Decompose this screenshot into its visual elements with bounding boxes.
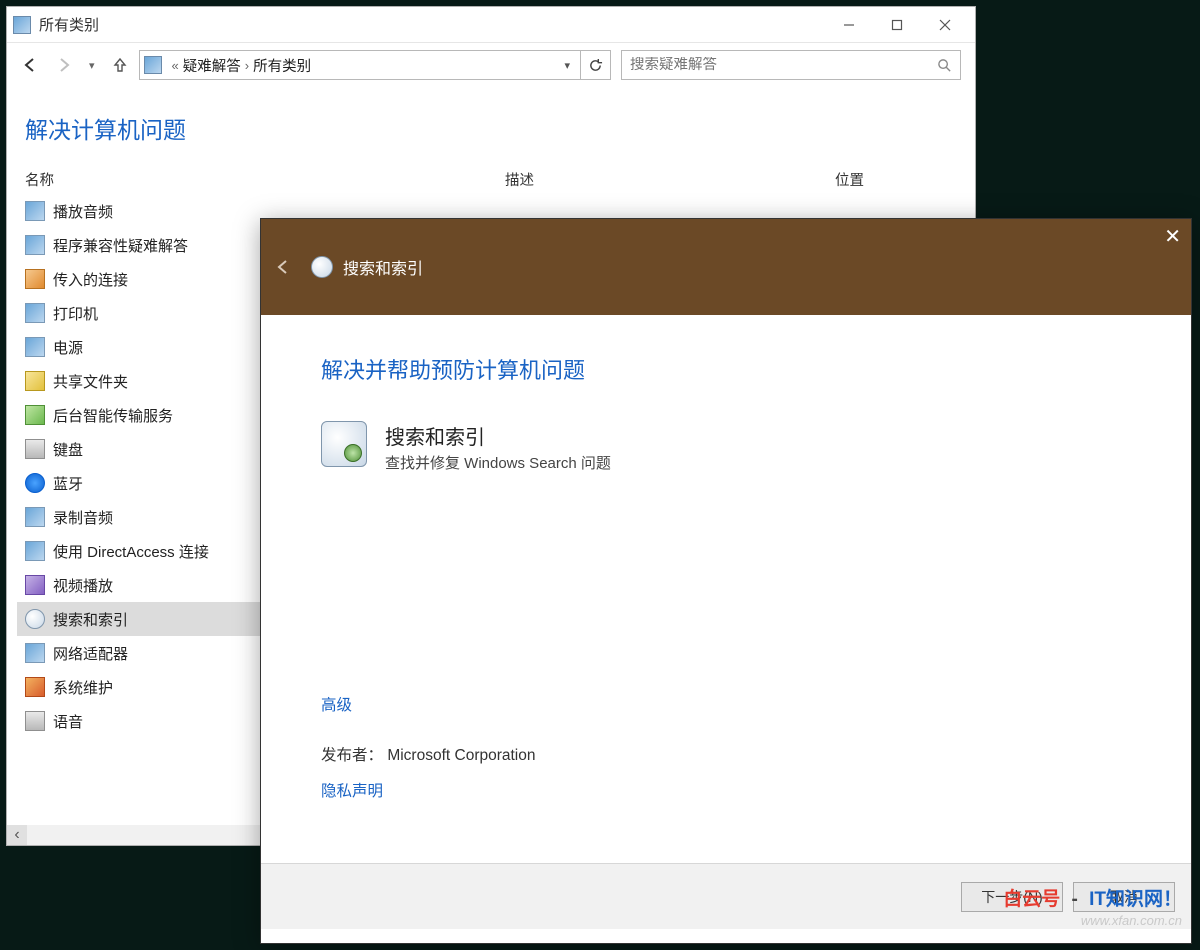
breadcrumb-pre: «: [172, 58, 179, 73]
dialog-heading: 解决并帮助预防计算机问题: [321, 353, 1131, 385]
search-icon[interactable]: [937, 58, 952, 73]
troubleshooter-name: 搜索和索引: [385, 421, 611, 450]
item-icon: [25, 269, 45, 289]
item-icon: [25, 575, 45, 595]
page-heading: 解决计算机问题: [7, 87, 975, 169]
col-desc[interactable]: 描述: [505, 169, 835, 190]
dialog-footer: 下一步(N) 取消: [261, 863, 1191, 929]
troubleshooter-entry: 搜索和索引 查找并修复 Windows Search 问题: [321, 421, 1131, 473]
item-label: 键盘: [53, 439, 83, 460]
chevron-right-icon: ›: [245, 58, 249, 73]
refresh-button[interactable]: [581, 50, 611, 80]
col-name[interactable]: 名称: [25, 169, 505, 190]
scroll-left-icon[interactable]: ‹: [7, 825, 27, 845]
item-label: 程序兼容性疑难解答: [53, 235, 188, 256]
item-icon: [25, 541, 45, 561]
next-button[interactable]: 下一步(N): [961, 882, 1063, 912]
breadcrumb-a[interactable]: 疑难解答: [183, 55, 241, 76]
col-loc[interactable]: 位置: [835, 169, 945, 190]
caption-buttons: [825, 10, 969, 40]
item-icon: [25, 473, 45, 493]
item-label: 录制音频: [53, 507, 113, 528]
item-icon: [25, 643, 45, 663]
dialog-titlebar: 搜索和索引 ✕: [261, 219, 1191, 315]
address-bar[interactable]: « 疑难解答 › 所有类别 ▾: [139, 50, 581, 80]
item-label: 传入的连接: [53, 269, 128, 290]
item-label: 蓝牙: [53, 473, 83, 494]
item-icon: [25, 201, 45, 221]
publisher-line: 发布者： Microsoft Corporation: [321, 743, 1131, 765]
item-label: 电源: [53, 337, 83, 358]
breadcrumb-b[interactable]: 所有类别: [253, 55, 311, 76]
minimize-button[interactable]: [825, 10, 873, 40]
titlebar: 所有类别: [7, 7, 975, 43]
search-box[interactable]: [621, 50, 961, 80]
nav-back-icon[interactable]: [21, 56, 39, 74]
privacy-link[interactable]: 隐私声明: [321, 779, 383, 801]
dialog-title-icon: [311, 256, 333, 278]
item-label: 播放音频: [53, 201, 113, 222]
troubleshooter-desc: 查找并修复 Windows Search 问题: [385, 452, 611, 473]
window-title: 所有类别: [39, 14, 99, 35]
item-icon: [25, 677, 45, 697]
publisher-label: 发布者：: [321, 747, 383, 764]
nav-row: ▾ « 疑难解答 › 所有类别 ▾: [7, 43, 975, 87]
item-icon: [25, 337, 45, 357]
nav-up-icon[interactable]: [111, 56, 129, 74]
item-label: 网络适配器: [53, 643, 128, 664]
close-button[interactable]: [921, 10, 969, 40]
item-label: 视频播放: [53, 575, 113, 596]
item-icon: [25, 439, 45, 459]
item-label: 后台智能传输服务: [53, 405, 173, 426]
dialog-close-icon[interactable]: ✕: [1164, 227, 1181, 247]
item-icon: [25, 405, 45, 425]
item-label: 共享文件夹: [53, 371, 128, 392]
item-label: 语音: [53, 711, 83, 732]
item-label: 系统维护: [53, 677, 113, 698]
nav-arrows: ▾: [21, 56, 129, 74]
cancel-button[interactable]: 取消: [1073, 882, 1175, 912]
item-label: 打印机: [53, 303, 98, 324]
item-icon: [25, 235, 45, 255]
item-icon: [25, 609, 45, 629]
item-icon: [25, 371, 45, 391]
dialog-back-icon[interactable]: [273, 257, 293, 277]
nav-recents-icon[interactable]: ▾: [89, 59, 95, 72]
item-icon: [25, 303, 45, 323]
nav-forward-icon: [55, 56, 73, 74]
search-input[interactable]: [630, 57, 937, 73]
advanced-link[interactable]: 高级: [321, 693, 352, 715]
app-icon: [13, 16, 31, 34]
item-label: 搜索和索引: [53, 609, 128, 630]
troubleshooter-dialog: 搜索和索引 ✕ 解决并帮助预防计算机问题 搜索和索引 查找并修复 Windows…: [260, 218, 1192, 944]
column-headers: 名称 描述 位置: [7, 169, 975, 194]
item-label: 使用 DirectAccess 连接: [53, 541, 209, 562]
dialog-title: 搜索和索引: [343, 255, 423, 279]
address-dropdown-icon[interactable]: ▾: [564, 59, 576, 72]
item-icon: [25, 507, 45, 527]
publisher-name: Microsoft Corporation: [387, 747, 535, 764]
troubleshooter-icon: [321, 421, 367, 467]
address-icon: [144, 56, 162, 74]
item-icon: [25, 711, 45, 731]
dialog-body: 解决并帮助预防计算机问题 搜索和索引 查找并修复 Windows Search …: [261, 315, 1191, 863]
maximize-button[interactable]: [873, 10, 921, 40]
